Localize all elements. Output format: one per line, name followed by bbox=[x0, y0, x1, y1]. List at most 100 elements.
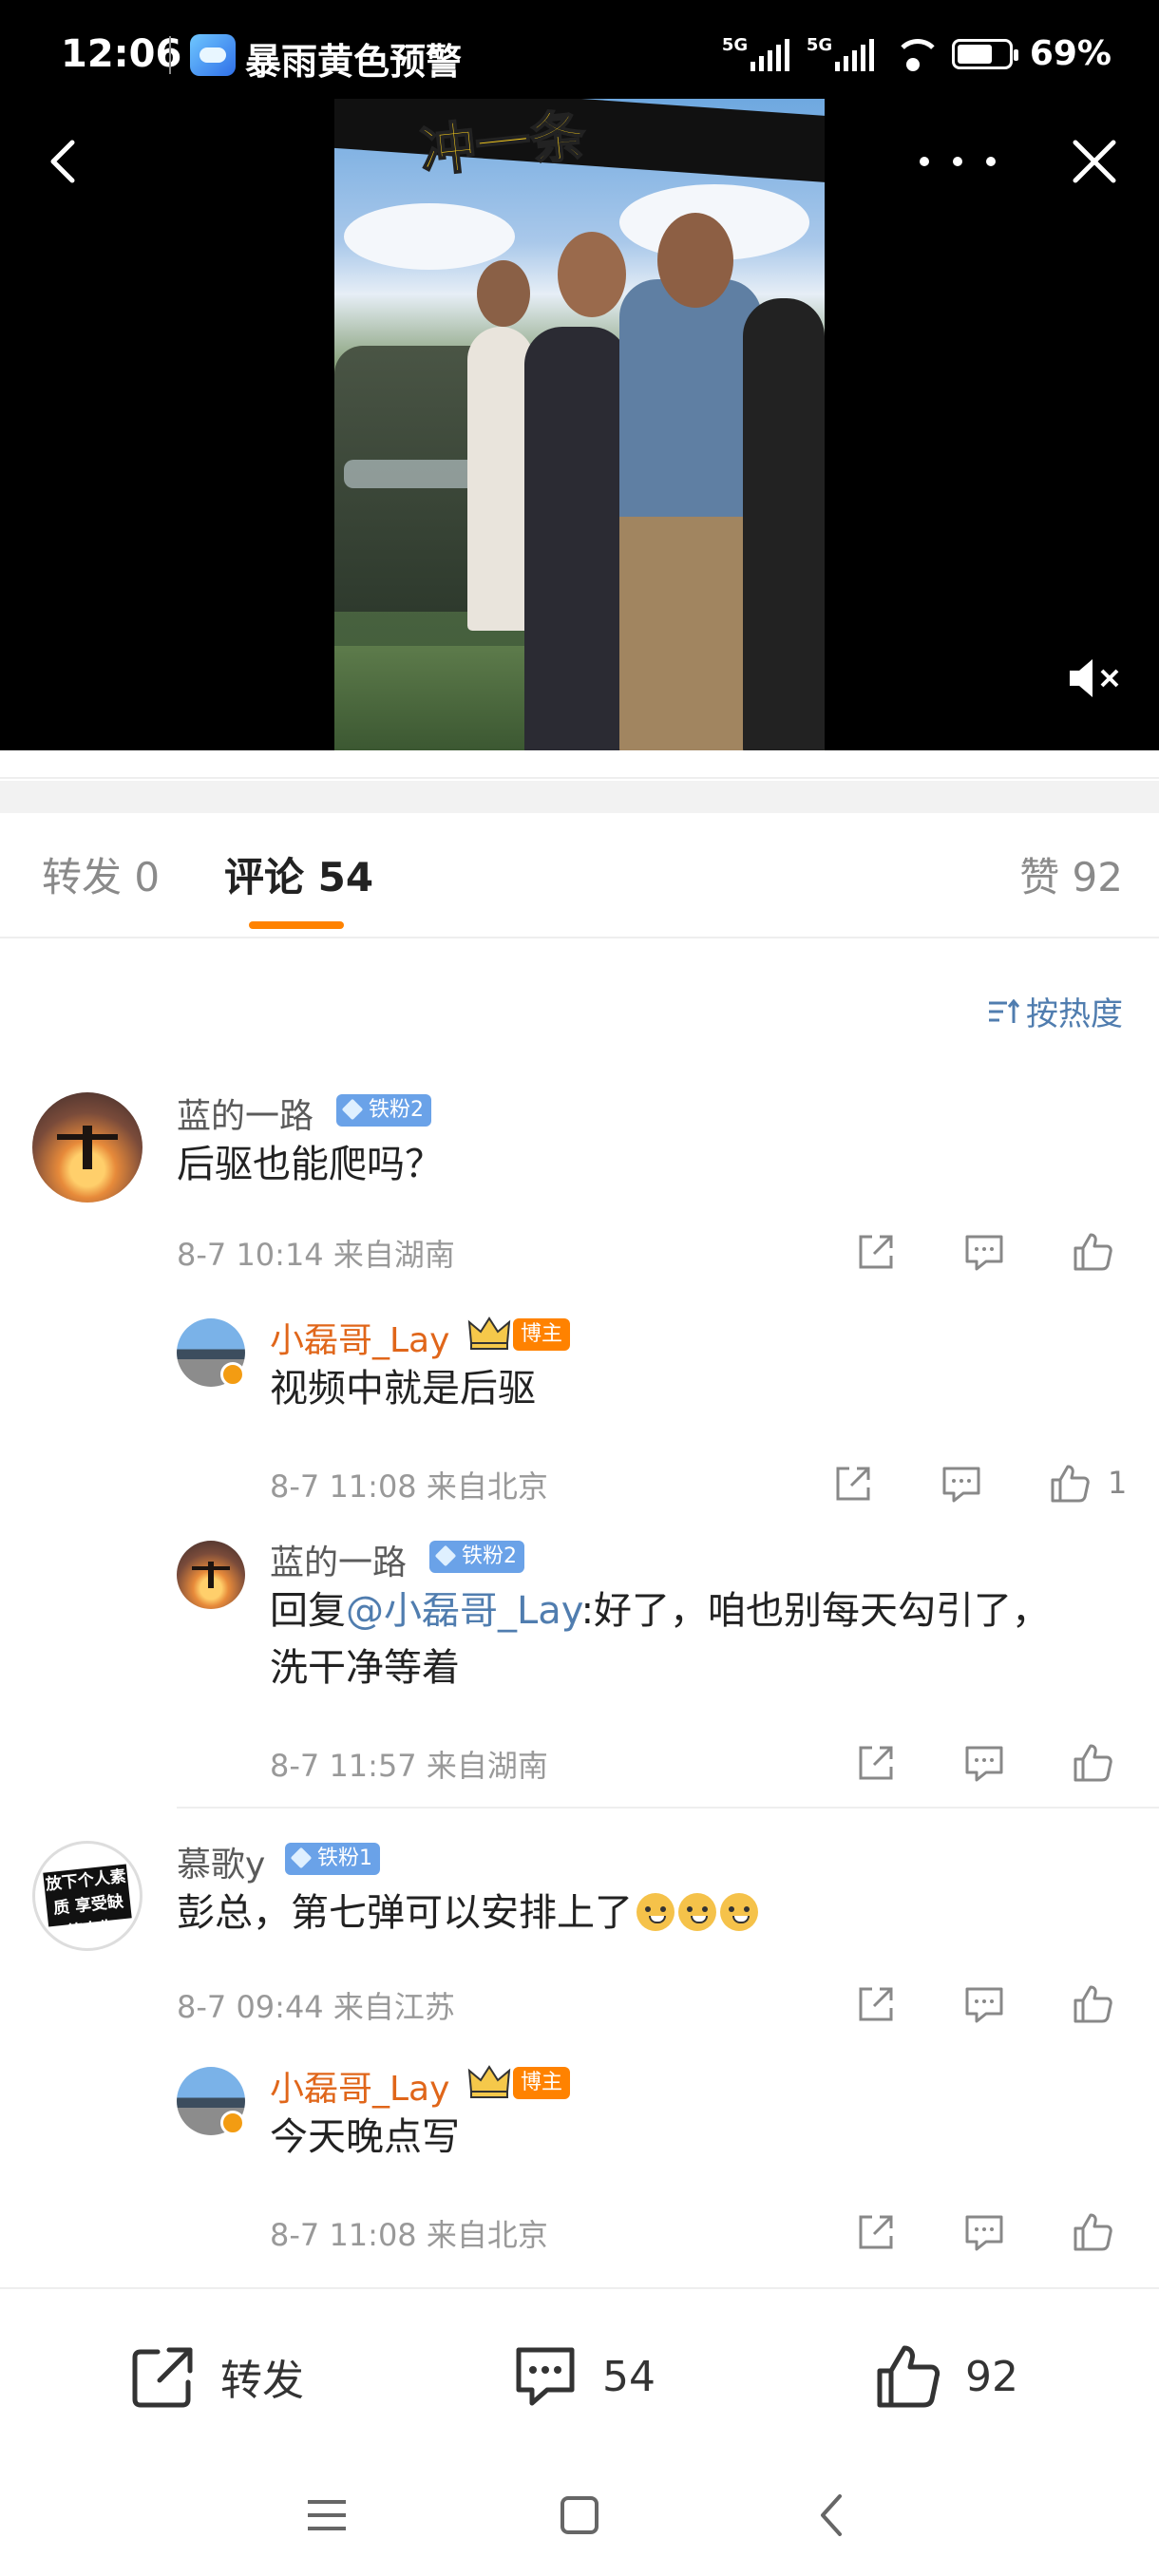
network-label: 5G bbox=[721, 34, 749, 55]
comment-icon bbox=[516, 2347, 575, 2406]
battery-percent: 69% bbox=[1029, 34, 1112, 73]
fan-badge: 铁粉2 bbox=[336, 1094, 431, 1127]
verified-icon bbox=[220, 2111, 245, 2135]
comment-text-body: 彭总，第七弹可以安排上了 bbox=[177, 1891, 633, 1935]
share-icon[interactable] bbox=[830, 1461, 876, 1506]
status-time: 12:06 bbox=[61, 32, 182, 76]
doge-emoji-icon bbox=[678, 1893, 716, 1931]
tab-active-indicator bbox=[249, 921, 344, 929]
crown-icon bbox=[467, 1316, 511, 1350]
avatar[interactable] bbox=[32, 1092, 142, 1203]
like-icon bbox=[877, 2345, 940, 2408]
like-count: 1 bbox=[1108, 1465, 1128, 1501]
comment-item: 放下个人素质 享受缺德人生 慕歌y 铁粉1 彭总，第七弹可以安排上了 8-7 0… bbox=[0, 1837, 1159, 2065]
like-count: 92 bbox=[965, 2352, 1018, 2401]
doge-emoji-icon bbox=[720, 1893, 758, 1931]
video-player[interactable]: 冲一条 bbox=[334, 99, 825, 750]
comment-meta: 8-7 09:44 来自江苏 bbox=[177, 1989, 455, 2025]
back-nav-icon[interactable] bbox=[808, 2491, 857, 2540]
tab-repost[interactable]: 转发 0 bbox=[42, 845, 160, 903]
share-icon[interactable] bbox=[853, 1229, 899, 1275]
menu-icon[interactable] bbox=[302, 2491, 352, 2540]
reply-prefix: 回复 bbox=[270, 1589, 346, 1633]
more-icon[interactable] bbox=[920, 141, 996, 182]
blogger-badge: 博主 bbox=[513, 1318, 571, 1351]
comment-button[interactable]: 54 bbox=[509, 2340, 656, 2413]
signal-icon-2: 5G bbox=[806, 34, 874, 71]
wifi-icon bbox=[891, 37, 941, 71]
signal-icon: 5G bbox=[721, 34, 789, 71]
comment-meta: 8-7 10:14 来自湖南 bbox=[177, 1237, 455, 1273]
mention-link[interactable]: @小磊哥_Lay bbox=[346, 1589, 581, 1633]
reply-text-line1: :好了，咱也别每天勾引了， bbox=[580, 1589, 1051, 1633]
divider bbox=[177, 1807, 1159, 1809]
status-indicators: 5G 5G 69% bbox=[722, 34, 1112, 73]
reply-icon[interactable] bbox=[961, 2209, 1007, 2255]
like-icon[interactable] bbox=[1070, 2209, 1115, 2255]
reply-item: 小磊哥_Lay 博主 视频中就是后驱 8-7 11:08 来自北京 1 bbox=[0, 1313, 1159, 1541]
reply-icon[interactable] bbox=[961, 1229, 1007, 1275]
tab-likes[interactable]: 赞 92 bbox=[1019, 845, 1123, 903]
share-icon[interactable] bbox=[853, 2209, 899, 2255]
share-icon bbox=[132, 2347, 193, 2408]
like-icon[interactable] bbox=[1070, 1229, 1115, 1275]
reply-icon[interactable] bbox=[961, 1981, 1007, 2027]
reply-meta: 8-7 11:08 来自北京 bbox=[270, 1468, 548, 1505]
video-caption: 冲一条 bbox=[416, 102, 589, 185]
avatar[interactable] bbox=[177, 1541, 245, 1609]
share-icon[interactable] bbox=[853, 1740, 899, 1786]
reply-username[interactable]: 小磊哥_Lay bbox=[270, 2061, 449, 2111]
speaker-muted-icon[interactable] bbox=[1064, 655, 1125, 701]
fan-badge: 铁粉1 bbox=[285, 1843, 380, 1875]
repost-label: 转发 bbox=[220, 2357, 304, 2405]
comment-username[interactable]: 慕歌y bbox=[177, 1837, 265, 1886]
tab-comments[interactable]: 评论 54 bbox=[224, 845, 373, 903]
reply-text: 回复@小磊哥_Lay:好了，咱也别每天勾引了， 洗干净等着 bbox=[270, 1582, 1125, 1696]
comment-text: 彭总，第七弹可以安排上了 bbox=[177, 1885, 758, 1941]
sort-label: 按热度 bbox=[1026, 995, 1123, 1033]
reply-item: 小磊哥_Lay 博主 今天晚点写 8-7 11:08 来自北京 bbox=[0, 2061, 1159, 2280]
reply-meta: 8-7 11:57 来自湖南 bbox=[270, 1748, 548, 1784]
verified-icon bbox=[220, 1362, 245, 1387]
close-icon[interactable] bbox=[1068, 135, 1121, 188]
comment-username[interactable]: 蓝的一路 bbox=[177, 1089, 314, 1138]
comment-text: 后驱也能爬吗？ bbox=[177, 1143, 443, 1186]
like-icon[interactable] bbox=[1047, 1461, 1092, 1506]
home-icon[interactable] bbox=[555, 2491, 604, 2540]
back-icon[interactable] bbox=[36, 133, 93, 190]
doge-emoji-icon bbox=[636, 1893, 674, 1931]
blogger-badge: 博主 bbox=[513, 2067, 571, 2099]
notification-title: 暴雨黄色预警 bbox=[245, 41, 463, 83]
like-button[interactable]: 92 bbox=[872, 2340, 1018, 2413]
reply-username[interactable]: 小磊哥_Lay bbox=[270, 1313, 449, 1362]
fan-badge: 铁粉2 bbox=[429, 1541, 524, 1573]
status-separator bbox=[169, 36, 171, 74]
reply-text-line2: 洗干净等着 bbox=[270, 1646, 460, 1690]
network-label-2: 5G bbox=[806, 34, 833, 55]
avatar[interactable]: 放下个人素质 享受缺德人生 bbox=[32, 1841, 142, 1951]
reply-item: 蓝的一路 铁粉2 回复@小磊哥_Lay:好了，咱也别每天勾引了， 洗干净等着 8… bbox=[0, 1535, 1159, 1801]
reply-icon[interactable] bbox=[939, 1461, 984, 1506]
reply-username[interactable]: 蓝的一路 bbox=[270, 1535, 407, 1584]
section-gap bbox=[0, 781, 1159, 813]
divider bbox=[0, 750, 1159, 779]
crown-icon bbox=[467, 2065, 511, 2098]
like-icon[interactable] bbox=[1070, 1740, 1115, 1786]
comment-item: 蓝的一路 铁粉2 后驱也能爬吗？ 8-7 10:14 来自湖南 bbox=[0, 1089, 1159, 1316]
sort-by-hot-button[interactable]: 按热度 bbox=[986, 988, 1123, 1034]
like-icon[interactable] bbox=[1070, 1981, 1115, 2027]
weibo-video-detail-screen: 12:06 暴雨黄色预警 5G 5G 69% 冲一条 转发 0 评论 54 赞 … bbox=[0, 0, 1159, 2576]
weather-alert-icon bbox=[190, 34, 236, 76]
status-bar: 12:06 暴雨黄色预警 5G 5G 69% bbox=[0, 0, 1159, 104]
sort-icon bbox=[989, 998, 1020, 1023]
reply-meta: 8-7 11:08 来自北京 bbox=[270, 2217, 548, 2253]
comment-count: 54 bbox=[602, 2352, 656, 2401]
reply-text: 今天晚点写 bbox=[270, 2115, 460, 2159]
battery-icon bbox=[951, 38, 1018, 69]
repost-button[interactable]: 转发 bbox=[127, 2340, 304, 2413]
reply-icon[interactable] bbox=[961, 1740, 1007, 1786]
reply-text: 视频中就是后驱 bbox=[270, 1367, 536, 1411]
detail-tabs: 转发 0 评论 54 赞 92 bbox=[0, 813, 1159, 938]
system-navigation-bar bbox=[0, 2454, 1159, 2576]
share-icon[interactable] bbox=[853, 1981, 899, 2027]
